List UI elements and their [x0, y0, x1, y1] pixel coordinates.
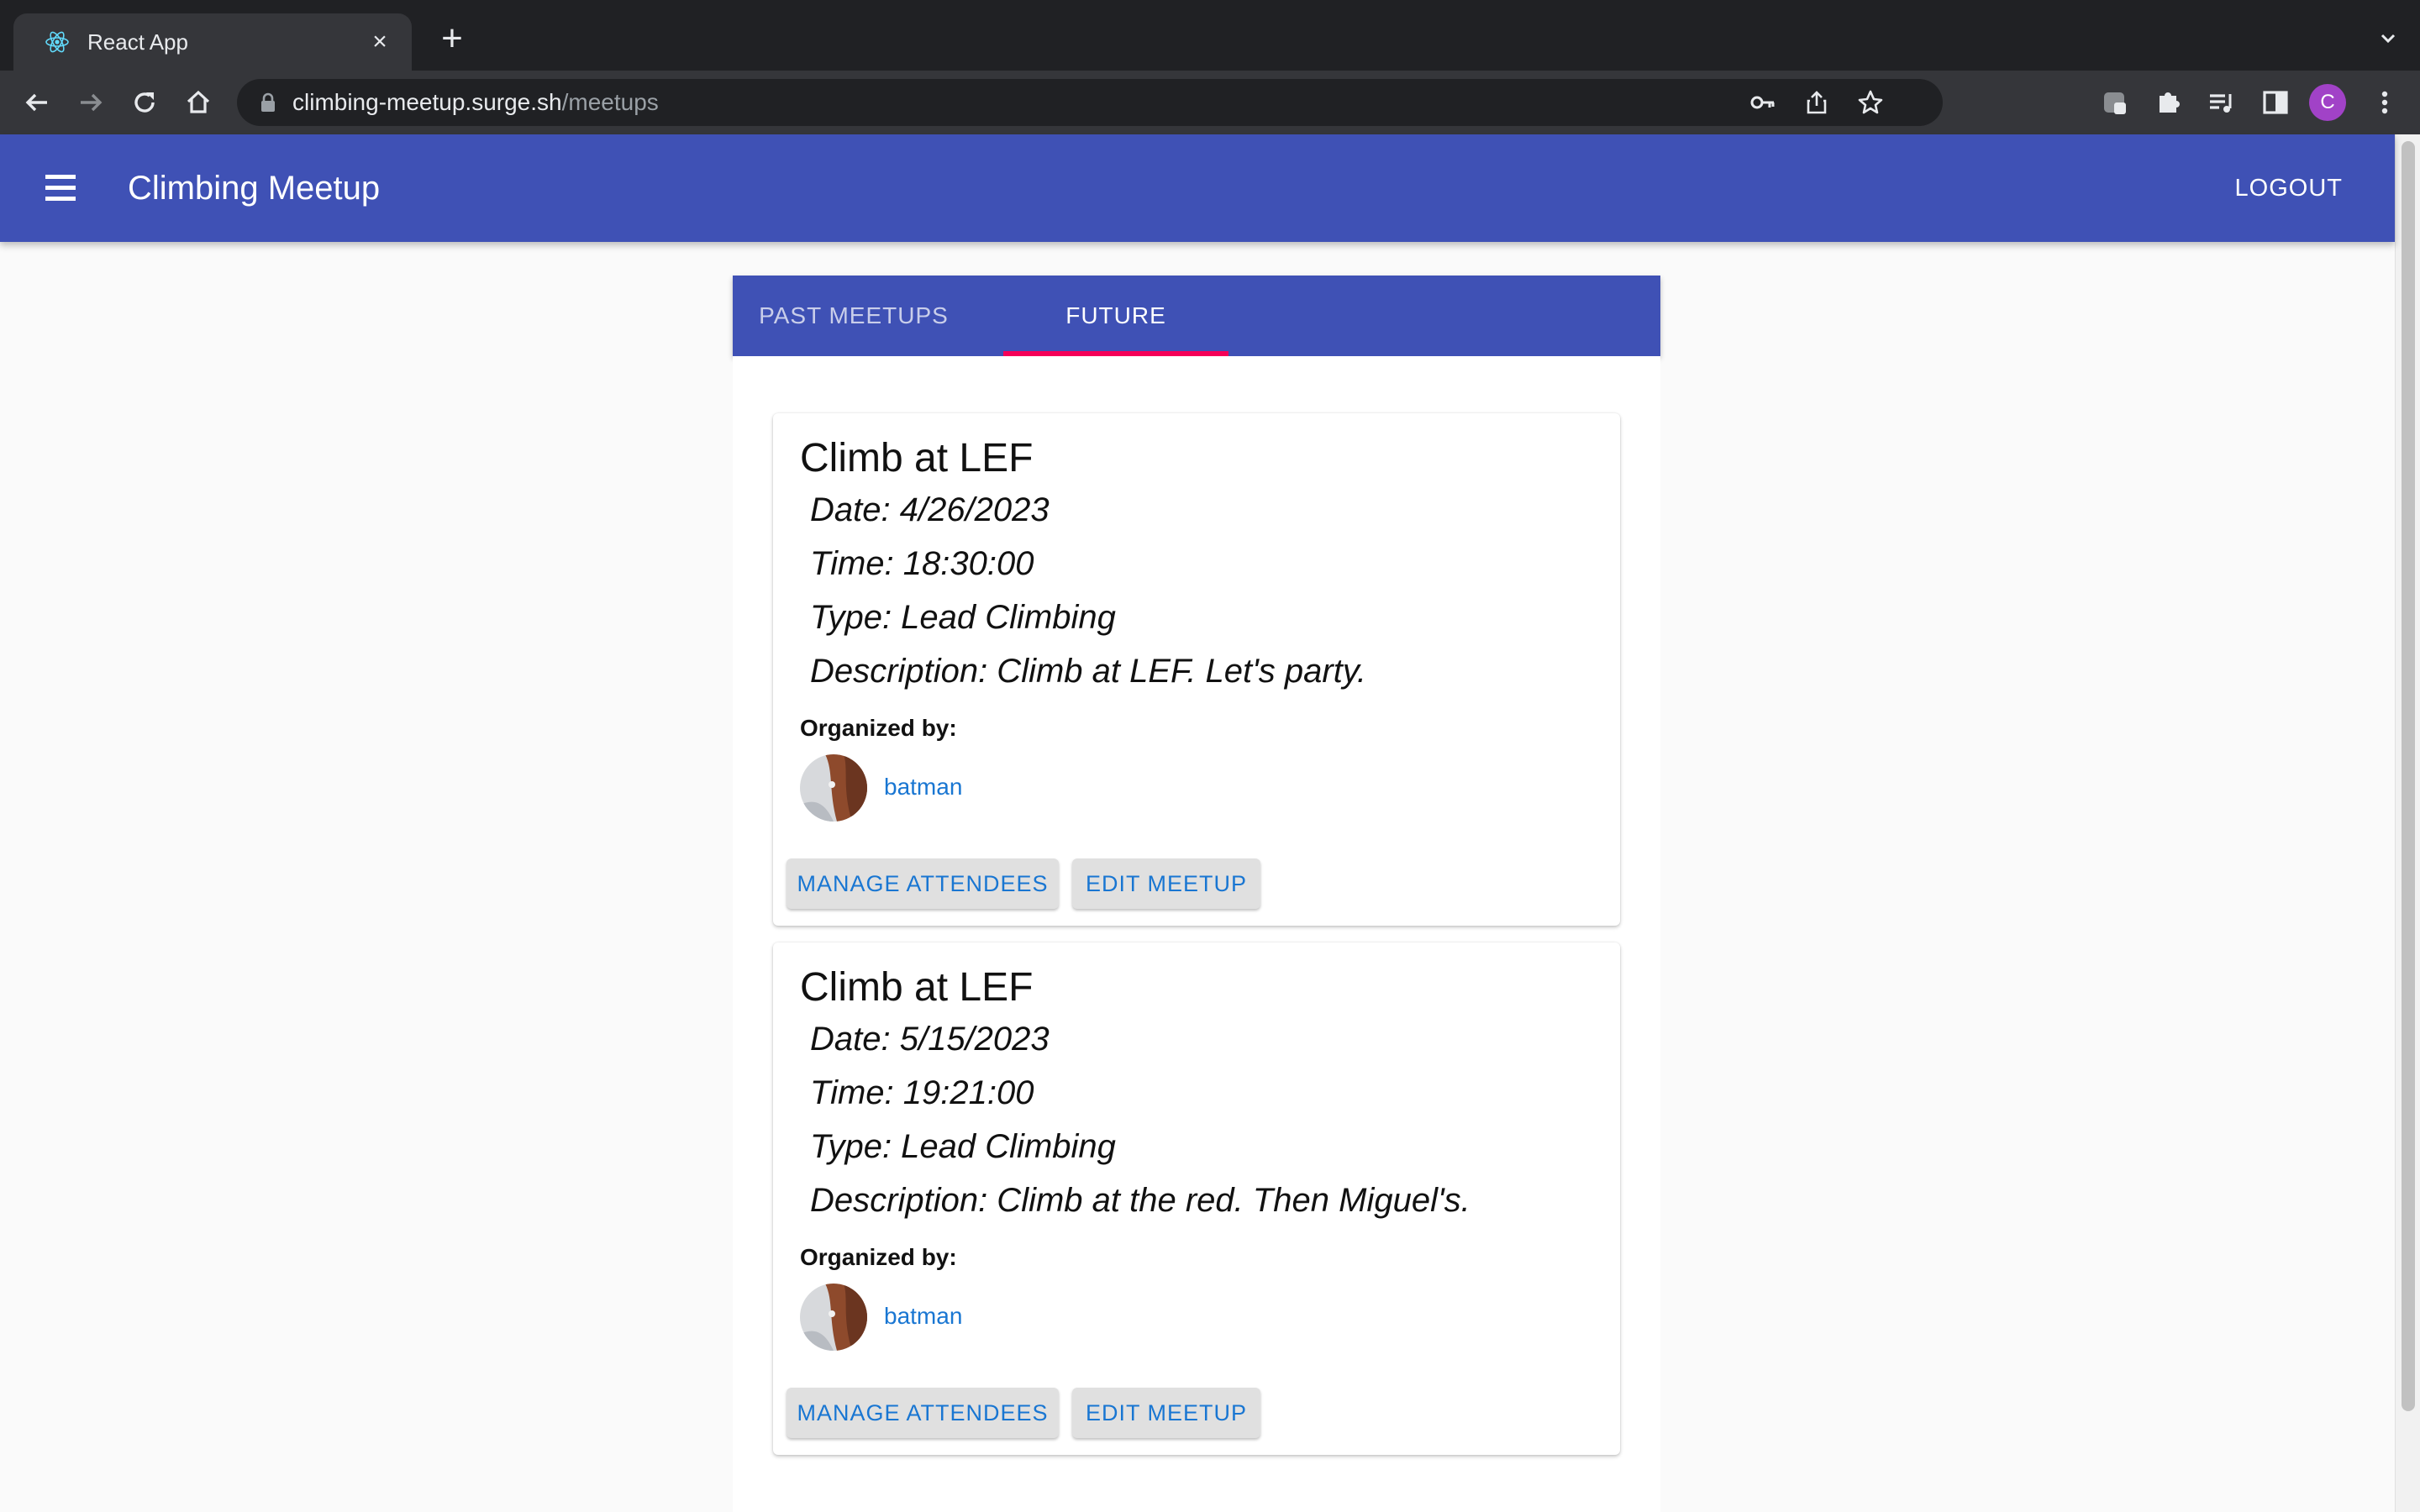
- meetup-card: Climb at LEF Date: 4/26/2023 Time: 18:30…: [773, 413, 1620, 926]
- scrollbar-thumb[interactable]: [2402, 141, 2415, 1411]
- tab-future-meetups[interactable]: FUTURE MEETUPS: [1003, 276, 1228, 409]
- page-scrollbar[interactable]: [2395, 134, 2420, 1512]
- key-icon[interactable]: [1748, 87, 1778, 118]
- meetup-type: Type: Lead Climbing: [810, 1128, 1116, 1165]
- new-tab-icon[interactable]: +: [435, 20, 469, 57]
- browser-tab-strip: React App × +: [0, 0, 2420, 71]
- media-queue-icon[interactable]: [2205, 86, 2238, 119]
- edit-meetup-button[interactable]: EDIT MEETUP: [1072, 1388, 1260, 1438]
- organizer-avatar[interactable]: [800, 754, 867, 822]
- close-tab-icon[interactable]: ×: [365, 27, 395, 57]
- lock-icon[interactable]: [259, 92, 277, 113]
- meetup-card: Climb at LEF Date: 5/15/2023 Time: 19:21…: [773, 942, 1620, 1455]
- edit-meetup-button[interactable]: EDIT MEETUP: [1072, 858, 1260, 909]
- tab-past-meetups[interactable]: PAST MEETUPS: [753, 276, 955, 356]
- browser-toolbar: climbing-meetup.surge.sh/meetups C: [0, 71, 2420, 134]
- meetup-date: Date: 5/15/2023: [810, 1021, 1050, 1058]
- side-panel-icon[interactable]: [2259, 86, 2292, 119]
- hamburger-menu-icon[interactable]: [42, 170, 79, 207]
- address-bar[interactable]: climbing-meetup.surge.sh/meetups: [237, 79, 1943, 126]
- profile-avatar[interactable]: C: [2309, 84, 2346, 121]
- organizer-link[interactable]: batman: [884, 773, 962, 801]
- meetup-title: Climb at LEF: [800, 436, 1034, 480]
- home-icon[interactable]: [182, 86, 215, 119]
- organizer-avatar[interactable]: [800, 1284, 867, 1351]
- forward-icon[interactable]: [74, 86, 108, 119]
- meetup-date: Date: 4/26/2023: [810, 491, 1050, 528]
- browser-tab-title: React App: [87, 29, 188, 55]
- url-host: climbing-meetup.surge.sh: [292, 89, 562, 115]
- puzzle-icon[interactable]: [2151, 86, 2185, 119]
- organizer-link[interactable]: batman: [884, 1302, 962, 1331]
- react-icon: [45, 31, 69, 53]
- tab-search-chevron-icon[interactable]: [2376, 27, 2400, 50]
- bookmark-star-icon[interactable]: [1855, 87, 1886, 118]
- meetup-type: Type: Lead Climbing: [810, 599, 1116, 636]
- share-icon[interactable]: [1802, 87, 1832, 118]
- extension-icon[interactable]: [2097, 86, 2131, 119]
- manage-attendees-button[interactable]: MANAGE ATTENDEES: [786, 1388, 1059, 1438]
- reload-icon[interactable]: [128, 86, 161, 119]
- organized-by-label: Organized by:: [800, 1244, 957, 1270]
- app-title: Climbing Meetup: [128, 170, 381, 207]
- back-icon[interactable]: [20, 86, 54, 119]
- logout-button[interactable]: LOGOUT: [2225, 163, 2353, 213]
- app-bar: Climbing Meetup LOGOUT: [0, 134, 2395, 242]
- more-menu-icon[interactable]: [2368, 86, 2402, 119]
- browser-tab[interactable]: React App ×: [13, 13, 412, 71]
- meetup-time: Time: 18:30:00: [810, 545, 1034, 582]
- meetup-description: Description: Climb at the red. Then Migu…: [810, 1182, 1470, 1219]
- organized-by-label: Organized by:: [800, 715, 957, 741]
- meetup-time: Time: 19:21:00: [810, 1074, 1034, 1111]
- url-path: /meetups: [561, 89, 659, 115]
- url-text: climbing-meetup.surge.sh/meetups: [292, 89, 659, 116]
- meetup-tabs: PAST MEETUPS FUTURE MEETUPS: [733, 276, 1660, 409]
- manage-attendees-button[interactable]: MANAGE ATTENDEES: [786, 858, 1059, 909]
- meetup-title: Climb at LEF: [800, 965, 1034, 1010]
- meetup-description: Description: Climb at LEF. Let's party.: [810, 653, 1366, 690]
